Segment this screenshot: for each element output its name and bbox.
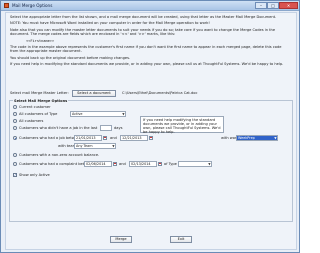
options-group-title: Select Mail Merge Options bbox=[13, 98, 69, 103]
calendar-icon[interactable] bbox=[103, 135, 107, 140]
complaint-date-from[interactable]: 02/06/2014 bbox=[84, 161, 112, 167]
intro-paragraph: If you need help in modifying the standa… bbox=[10, 62, 284, 67]
document-path: C:\Users\Ethel\Documents\Patrica Cat.doc bbox=[122, 91, 198, 95]
minimize-button[interactable]: – bbox=[255, 2, 267, 9]
complaint-date-to[interactable]: 02/13/2014 bbox=[129, 161, 157, 167]
radio-zero-balance[interactable] bbox=[13, 153, 17, 157]
job-date-from[interactable]: 21/01/2013 bbox=[74, 135, 102, 141]
radio-complaint[interactable] bbox=[13, 162, 17, 166]
app-icon bbox=[4, 3, 9, 8]
instructions: Select the appropriate letter from the l… bbox=[10, 15, 290, 69]
show-active-checkbox[interactable]: ✓ bbox=[13, 173, 17, 177]
intro-paragraph: You should back up the original document… bbox=[10, 55, 131, 60]
title-bar: Mail Merge Options – □ ✕ bbox=[1, 1, 299, 11]
intro-paragraph: Note also that you can modify the master… bbox=[10, 27, 276, 37]
merge-code-example: <<Firstname>> bbox=[26, 38, 55, 43]
radio-had-job[interactable] bbox=[13, 136, 17, 140]
calendar-icon[interactable] bbox=[149, 135, 153, 140]
calendar-icon[interactable] bbox=[113, 161, 117, 166]
had-job-label: Customers who had a job between bbox=[19, 136, 82, 140]
job-date-to[interactable]: 12/21/2013 bbox=[120, 135, 148, 141]
all-customers-type-label: All customers of Type bbox=[19, 112, 58, 116]
chevron-down-icon: ▼ bbox=[122, 112, 125, 116]
exit-button[interactable]: Exit bbox=[170, 236, 192, 243]
chevron-down-icon: ▼ bbox=[208, 162, 211, 166]
all-customers-label: All customers bbox=[19, 119, 44, 123]
current-customer-label: Current customer bbox=[19, 105, 51, 109]
and-label: and bbox=[119, 162, 126, 166]
radio-current-customer[interactable] bbox=[13, 105, 17, 109]
help-message: If you need help modifying the standard … bbox=[140, 116, 224, 134]
calendar-icon[interactable] bbox=[158, 161, 162, 166]
work-value: WeekPrep bbox=[238, 136, 255, 140]
chevron-down-icon: ▼ bbox=[112, 144, 115, 148]
intro-paragraph: NOTE: You must have Microsoft Word insta… bbox=[10, 21, 210, 26]
and-label: and bbox=[110, 136, 117, 140]
team-select[interactable]: Any Team ▼ bbox=[74, 143, 116, 149]
days-label: days bbox=[114, 126, 123, 130]
select-document-button[interactable]: Select a document bbox=[72, 89, 116, 97]
radio-all-customers-type[interactable] bbox=[13, 112, 17, 116]
no-job-label: Customers who didn't have a job in the l… bbox=[19, 126, 98, 130]
merge-button[interactable]: Merge bbox=[110, 236, 132, 243]
content-panel: Select the appropriate letter from the l… bbox=[5, 12, 297, 250]
intro-paragraph: Select the appropriate letter from the l… bbox=[10, 15, 277, 19]
maximize-button[interactable]: □ bbox=[267, 2, 279, 9]
customer-type-select[interactable]: Active ▼ bbox=[70, 111, 126, 117]
complaint-label: Customers who had a complaint between bbox=[19, 162, 94, 166]
radio-no-job[interactable] bbox=[13, 126, 17, 130]
days-input[interactable] bbox=[100, 125, 112, 131]
letter-label: Select mail Merge Master Letter: bbox=[10, 91, 69, 95]
radio-all-customers[interactable] bbox=[13, 119, 17, 123]
customer-type-value: Active bbox=[72, 112, 83, 116]
chevron-down-icon: ▼ bbox=[274, 136, 277, 140]
work-select[interactable]: WeekPrep ▼ bbox=[236, 135, 278, 141]
window-title: Mail Merge Options bbox=[12, 2, 53, 8]
intro-paragraph: The code in the example above represents… bbox=[10, 45, 282, 54]
zero-balance-label: Customers with a non-zero account balanc… bbox=[19, 153, 100, 157]
of-type-label: of Type bbox=[164, 162, 177, 166]
complaint-type-select[interactable]: ▼ bbox=[178, 161, 212, 167]
mail-merge-window: Mail Merge Options – □ ✕ Select the appr… bbox=[0, 0, 300, 253]
show-active-label: Show only Active bbox=[19, 173, 50, 177]
team-value: Any Team bbox=[76, 144, 93, 148]
close-button[interactable]: ✕ bbox=[279, 2, 298, 9]
